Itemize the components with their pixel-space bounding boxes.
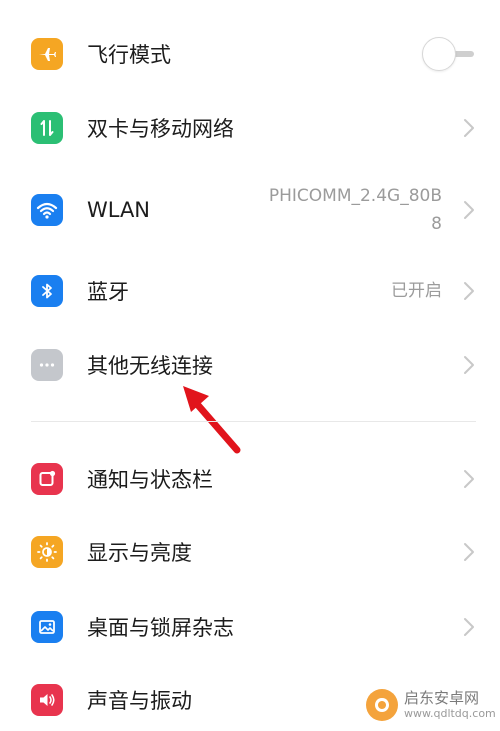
setting-label: 双卡与移动网络 — [87, 117, 234, 141]
airplane-icon — [31, 38, 63, 70]
setting-label: 飞行模式 — [87, 43, 171, 67]
wallpaper-icon — [31, 611, 63, 643]
more-dots-icon — [31, 349, 63, 381]
airplane-mode-toggle[interactable] — [422, 37, 476, 71]
setting-label: 其他无线连接 — [87, 354, 213, 378]
setting-row-desktop[interactable]: 桌面与锁屏杂志 — [0, 597, 500, 657]
chevron-right-icon — [464, 543, 474, 561]
setting-row-wlan[interactable]: WLAN PHICOMM_2.4G_80B 8 — [0, 180, 500, 240]
chevron-right-icon — [464, 356, 474, 374]
chevron-right-icon — [464, 201, 474, 219]
wifi-icon — [31, 194, 63, 226]
wlan-network-name-line2: 8 — [431, 214, 442, 234]
site-watermark: 启东安卓网 www.qdltdq.com — [366, 687, 496, 725]
watermark-title: 启东安卓网 — [404, 689, 480, 707]
setting-row-other-wireless[interactable]: 其他无线连接 — [0, 335, 500, 395]
bluetooth-status: 已开启 — [391, 281, 442, 301]
chevron-right-icon — [464, 119, 474, 137]
watermark-url: www.qdltdq.com — [404, 707, 496, 720]
wlan-network-name-line1: PHICOMM_2.4G_80B — [268, 186, 442, 206]
bluetooth-icon — [31, 275, 63, 307]
chevron-right-icon — [464, 470, 474, 488]
setting-label: 声音与振动 — [87, 689, 192, 713]
setting-label: 桌面与锁屏杂志 — [87, 616, 234, 640]
watermark-logo-icon — [366, 689, 398, 721]
data-transfer-icon — [31, 112, 63, 144]
notification-icon — [31, 463, 63, 495]
wlan-network-name: PHICOMM_2.4G_80B 8 — [269, 182, 442, 238]
setting-label: 蓝牙 — [87, 280, 129, 304]
setting-row-mobile-network[interactable]: 双卡与移动网络 — [0, 98, 500, 158]
speaker-icon — [31, 684, 63, 716]
chevron-right-icon — [464, 282, 474, 300]
annotation-arrow-icon — [183, 386, 241, 454]
setting-row-airplane-mode[interactable]: 飞行模式 — [0, 24, 500, 84]
section-divider — [31, 421, 476, 422]
chevron-right-icon — [464, 618, 474, 636]
setting-row-bluetooth[interactable]: 蓝牙 已开启 — [0, 261, 500, 321]
setting-label: WLAN — [87, 198, 151, 222]
setting-row-notification[interactable]: 通知与状态栏 — [0, 449, 500, 509]
brightness-icon — [31, 536, 63, 568]
toggle-knob — [422, 37, 456, 71]
setting-row-display[interactable]: 显示与亮度 — [0, 522, 500, 582]
setting-label: 显示与亮度 — [87, 541, 192, 565]
setting-label: 通知与状态栏 — [87, 468, 213, 492]
